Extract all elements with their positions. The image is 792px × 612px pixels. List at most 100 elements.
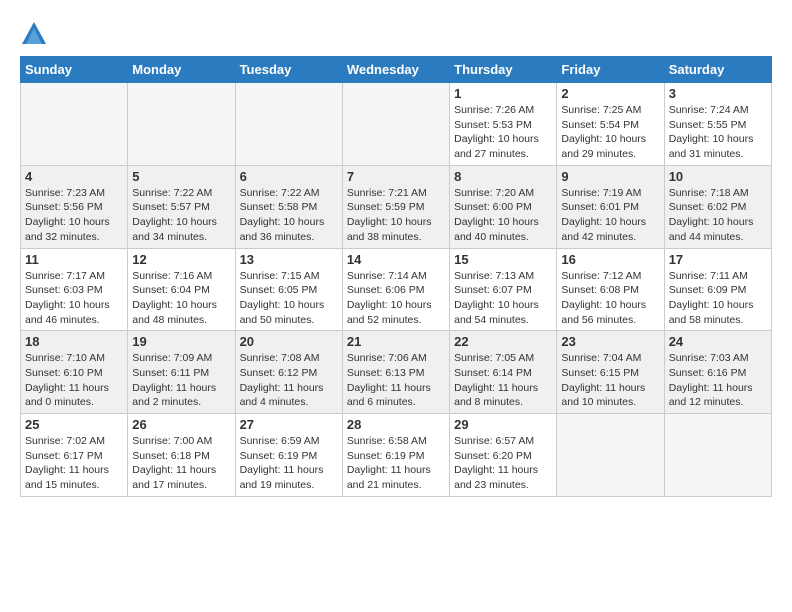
calendar-cell: 28Sunrise: 6:58 AM Sunset: 6:19 PM Dayli…	[342, 414, 449, 497]
calendar-cell: 24 Sunrise: 7:03 AM Sunset: 6:16 PM Dayli…	[664, 331, 771, 414]
calendar-cell: 23Sunrise: 7:04 AM Sunset: 6:15 PM Dayli…	[557, 331, 664, 414]
calendar-cell: 1 Sunrise: 7:26 AM Sunset: 5:53 PM Daylig…	[450, 83, 557, 166]
day-info: Sunrise: 7:04 AM Sunset: 6:15 PM Dayligh…	[561, 351, 659, 410]
day-number: 20	[240, 334, 338, 349]
day-number: 21	[347, 334, 445, 349]
day-info: Sunrise: 7:12 AM Sunset: 6:08 PM Dayligh…	[561, 269, 659, 328]
day-header: Monday	[128, 57, 235, 83]
day-number: 7	[347, 169, 445, 184]
calendar-cell	[664, 414, 771, 497]
calendar-cell: 15 Sunrise: 7:13 AM Sunset: 6:07 PM Dayli…	[450, 248, 557, 331]
day-number: 5	[132, 169, 230, 184]
calendar-cell	[128, 83, 235, 166]
day-info: Sunrise: 7:16 AM Sunset: 6:04 PM Dayligh…	[132, 269, 230, 328]
day-number: 15	[454, 252, 552, 267]
day-number: 2	[561, 86, 659, 101]
day-info: Sunrise: 7:05 AM Sunset: 6:14 PM Dayligh…	[454, 351, 552, 410]
calendar-cell: 11 Sunrise: 7:17 AM Sunset: 6:03 PM Dayli…	[21, 248, 128, 331]
day-number: 18	[25, 334, 123, 349]
day-info: Sunrise: 7:14 AM Sunset: 6:06 PM Dayligh…	[347, 269, 445, 328]
day-info: Sunrise: 7:09 AM Sunset: 6:11 PM Dayligh…	[132, 351, 230, 410]
calendar-cell: 10Sunrise: 7:18 AM Sunset: 6:02 PM Dayli…	[664, 165, 771, 248]
day-header: Thursday	[450, 57, 557, 83]
day-info: Sunrise: 7:00 AM Sunset: 6:18 PM Dayligh…	[132, 434, 230, 493]
day-info: Sunrise: 7:18 AM Sunset: 6:02 PM Dayligh…	[669, 186, 767, 245]
calendar-cell: 14 Sunrise: 7:14 AM Sunset: 6:06 PM Dayli…	[342, 248, 449, 331]
day-info: Sunrise: 6:58 AM Sunset: 6:19 PM Dayligh…	[347, 434, 445, 493]
day-header: Sunday	[21, 57, 128, 83]
day-number: 13	[240, 252, 338, 267]
header	[20, 16, 772, 48]
calendar-cell: 6 Sunrise: 7:22 AM Sunset: 5:58 PM Daylig…	[235, 165, 342, 248]
calendar-cell	[235, 83, 342, 166]
day-header: Wednesday	[342, 57, 449, 83]
calendar-cell: 5 Sunrise: 7:22 AM Sunset: 5:57 PM Daylig…	[128, 165, 235, 248]
page: SundayMondayTuesdayWednesdayThursdayFrid…	[0, 0, 792, 612]
day-info: Sunrise: 6:57 AM Sunset: 6:20 PM Dayligh…	[454, 434, 552, 493]
day-info: Sunrise: 7:22 AM Sunset: 5:58 PM Dayligh…	[240, 186, 338, 245]
calendar-cell: 29Sunrise: 6:57 AM Sunset: 6:20 PM Dayli…	[450, 414, 557, 497]
day-number: 16	[561, 252, 659, 267]
calendar-cell: 27 Sunrise: 6:59 AM Sunset: 6:19 PM Dayli…	[235, 414, 342, 497]
calendar-cell: 18 Sunrise: 7:10 AM Sunset: 6:10 PM Dayli…	[21, 331, 128, 414]
calendar-cell: 26 Sunrise: 7:00 AM Sunset: 6:18 PM Dayli…	[128, 414, 235, 497]
calendar-week: 4 Sunrise: 7:23 AM Sunset: 5:56 PM Daylig…	[21, 165, 772, 248]
day-info: Sunrise: 6:59 AM Sunset: 6:19 PM Dayligh…	[240, 434, 338, 493]
calendar-cell: 16 Sunrise: 7:12 AM Sunset: 6:08 PM Dayli…	[557, 248, 664, 331]
day-info: Sunrise: 7:20 AM Sunset: 6:00 PM Dayligh…	[454, 186, 552, 245]
day-info: Sunrise: 7:26 AM Sunset: 5:53 PM Dayligh…	[454, 103, 552, 162]
day-header: Tuesday	[235, 57, 342, 83]
logo	[20, 20, 52, 48]
calendar-cell	[557, 414, 664, 497]
day-number: 19	[132, 334, 230, 349]
calendar-cell	[342, 83, 449, 166]
day-number: 9	[561, 169, 659, 184]
day-number: 27	[240, 417, 338, 432]
calendar-cell: 9 Sunrise: 7:19 AM Sunset: 6:01 PM Daylig…	[557, 165, 664, 248]
calendar: SundayMondayTuesdayWednesdayThursdayFrid…	[20, 56, 772, 497]
day-number: 1	[454, 86, 552, 101]
calendar-cell: 3 Sunrise: 7:24 AM Sunset: 5:55 PM Daylig…	[664, 83, 771, 166]
header-row: SundayMondayTuesdayWednesdayThursdayFrid…	[21, 57, 772, 83]
day-info: Sunrise: 7:11 AM Sunset: 6:09 PM Dayligh…	[669, 269, 767, 328]
day-info: Sunrise: 7:13 AM Sunset: 6:07 PM Dayligh…	[454, 269, 552, 328]
day-number: 12	[132, 252, 230, 267]
day-number: 8	[454, 169, 552, 184]
day-info: Sunrise: 7:24 AM Sunset: 5:55 PM Dayligh…	[669, 103, 767, 162]
day-number: 22	[454, 334, 552, 349]
day-number: 26	[132, 417, 230, 432]
logo-icon	[20, 20, 48, 48]
day-info: Sunrise: 7:21 AM Sunset: 5:59 PM Dayligh…	[347, 186, 445, 245]
calendar-cell	[21, 83, 128, 166]
day-number: 25	[25, 417, 123, 432]
calendar-cell: 17Sunrise: 7:11 AM Sunset: 6:09 PM Dayli…	[664, 248, 771, 331]
calendar-cell: 20 Sunrise: 7:08 AM Sunset: 6:12 PM Dayli…	[235, 331, 342, 414]
calendar-cell: 4 Sunrise: 7:23 AM Sunset: 5:56 PM Daylig…	[21, 165, 128, 248]
day-info: Sunrise: 7:08 AM Sunset: 6:12 PM Dayligh…	[240, 351, 338, 410]
day-number: 3	[669, 86, 767, 101]
calendar-cell: 19 Sunrise: 7:09 AM Sunset: 6:11 PM Dayli…	[128, 331, 235, 414]
day-info: Sunrise: 7:17 AM Sunset: 6:03 PM Dayligh…	[25, 269, 123, 328]
calendar-cell: 12 Sunrise: 7:16 AM Sunset: 6:04 PM Dayli…	[128, 248, 235, 331]
calendar-cell: 7 Sunrise: 7:21 AM Sunset: 5:59 PM Daylig…	[342, 165, 449, 248]
calendar-week: 1 Sunrise: 7:26 AM Sunset: 5:53 PM Daylig…	[21, 83, 772, 166]
day-header: Saturday	[664, 57, 771, 83]
calendar-week: 25 Sunrise: 7:02 AM Sunset: 6:17 PM Dayli…	[21, 414, 772, 497]
day-info: Sunrise: 7:06 AM Sunset: 6:13 PM Dayligh…	[347, 351, 445, 410]
day-number: 14	[347, 252, 445, 267]
day-info: Sunrise: 7:10 AM Sunset: 6:10 PM Dayligh…	[25, 351, 123, 410]
day-number: 24	[669, 334, 767, 349]
day-info: Sunrise: 7:23 AM Sunset: 5:56 PM Dayligh…	[25, 186, 123, 245]
day-info: Sunrise: 7:25 AM Sunset: 5:54 PM Dayligh…	[561, 103, 659, 162]
calendar-cell: 8 Sunrise: 7:20 AM Sunset: 6:00 PM Daylig…	[450, 165, 557, 248]
calendar-week: 11 Sunrise: 7:17 AM Sunset: 6:03 PM Dayli…	[21, 248, 772, 331]
day-info: Sunrise: 7:03 AM Sunset: 6:16 PM Dayligh…	[669, 351, 767, 410]
day-number: 11	[25, 252, 123, 267]
calendar-week: 18 Sunrise: 7:10 AM Sunset: 6:10 PM Dayli…	[21, 331, 772, 414]
day-info: Sunrise: 7:02 AM Sunset: 6:17 PM Dayligh…	[25, 434, 123, 493]
day-header: Friday	[557, 57, 664, 83]
day-info: Sunrise: 7:22 AM Sunset: 5:57 PM Dayligh…	[132, 186, 230, 245]
day-number: 4	[25, 169, 123, 184]
day-info: Sunrise: 7:19 AM Sunset: 6:01 PM Dayligh…	[561, 186, 659, 245]
day-number: 6	[240, 169, 338, 184]
